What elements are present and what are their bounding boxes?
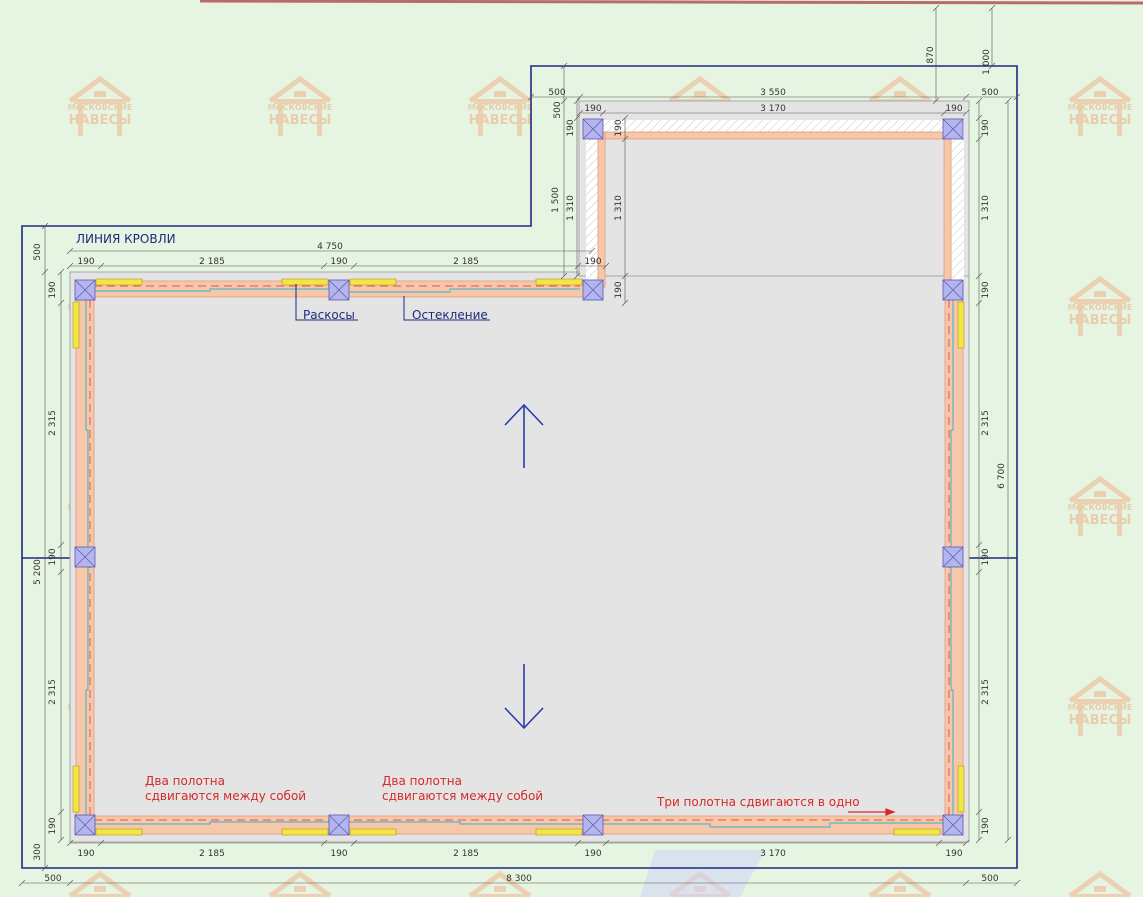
dim-text: 500 xyxy=(548,88,565,98)
watermark-line1: МОСКОВСКИЕ xyxy=(1068,303,1133,312)
dim-text: 190 xyxy=(981,119,991,136)
dim-text: 2 185 xyxy=(453,257,479,267)
dim-text: 3 170 xyxy=(760,104,786,114)
post xyxy=(74,814,96,836)
post xyxy=(942,546,964,568)
watermark-line1: МОСКОВСКИЕ xyxy=(1068,103,1133,112)
dim-text: 190 xyxy=(584,257,601,267)
dim-text: 190 xyxy=(945,104,962,114)
dim-text: 2 185 xyxy=(453,849,479,859)
watermark-line2: НАВЕСЫ xyxy=(1069,313,1132,328)
dim-text: 1 310 xyxy=(566,195,576,221)
watermark-line2: НАВЕСЫ xyxy=(469,113,532,128)
dim-text: 2 315 xyxy=(981,410,991,436)
post xyxy=(328,814,350,836)
dim-text: 190 xyxy=(48,817,58,834)
dim-text: 2 315 xyxy=(48,410,58,436)
dim-text: 2 185 xyxy=(199,849,225,859)
top-boundary-line xyxy=(199,0,1143,5)
dim-text: 8 300 xyxy=(506,874,532,884)
dim-text: 6 700 xyxy=(997,463,1007,489)
watermark-line2: НАВЕСЫ xyxy=(269,113,332,128)
braces-label: Раскосы xyxy=(303,308,355,322)
post xyxy=(74,546,96,568)
dim-text: 5 200 xyxy=(33,559,43,585)
dim-text: 190 xyxy=(584,104,601,114)
dim-text: 870 xyxy=(926,46,936,63)
dim-text: 190 xyxy=(945,849,962,859)
watermark-line2: НАВЕСЫ xyxy=(1069,113,1132,128)
watermark-line1: МОСКОВСКИЕ xyxy=(1068,703,1133,712)
dim-text: 2 315 xyxy=(48,679,58,705)
dim-text: 500 xyxy=(553,101,563,118)
dim-text: 1 310 xyxy=(981,195,991,221)
post xyxy=(328,279,350,301)
glazing-label: Остекление xyxy=(412,308,488,322)
post xyxy=(942,814,964,836)
dim-text: 1 310 xyxy=(614,195,624,221)
dim-text: 190 xyxy=(584,849,601,859)
post xyxy=(582,118,604,140)
dim-text: 2 185 xyxy=(199,257,225,267)
note-three-panels: Три полотна сдвигаются в одно xyxy=(656,795,860,809)
post xyxy=(582,814,604,836)
roof-line-label: ЛИНИЯ КРОВЛИ xyxy=(76,232,176,246)
dim-text: 190 xyxy=(981,281,991,298)
watermark-line2: НАВЕСЫ xyxy=(1069,513,1132,528)
dim-text: 190 xyxy=(48,281,58,298)
dim-text: 190 xyxy=(48,548,58,565)
dim-text: 190 xyxy=(566,119,576,136)
dim-text: 190 xyxy=(981,548,991,565)
watermark-line1: МОСКОВСКИЕ xyxy=(468,103,533,112)
dim-text: 500 xyxy=(44,874,61,884)
dim-text: 4 750 xyxy=(317,242,343,252)
post xyxy=(582,279,604,301)
watermark-line1: МОСКОВСКИЕ xyxy=(1068,503,1133,512)
note-two-panels-1-line1: Два полотна xyxy=(145,774,225,788)
note-two-panels-2-line2: сдвигаются между собой xyxy=(382,789,543,803)
post xyxy=(74,279,96,301)
dim-text: 1 500 xyxy=(551,187,561,213)
post xyxy=(942,118,964,140)
watermark-line2: НАВЕСЫ xyxy=(69,113,132,128)
dim-text: 190 xyxy=(77,849,94,859)
dim-text: 3 170 xyxy=(760,849,786,859)
dim-text: 1 000 xyxy=(982,49,992,75)
note-two-panels-1-line2: сдвигаются между собой xyxy=(145,789,306,803)
dim-text: 190 xyxy=(614,281,624,298)
dim-text: 300 xyxy=(33,843,43,860)
dim-text: 190 xyxy=(330,257,347,267)
dim-text: 3 550 xyxy=(760,88,786,98)
dim-text: 190 xyxy=(614,119,624,136)
dim-text: 500 xyxy=(981,88,998,98)
note-two-panels-2-line1: Два полотна xyxy=(382,774,462,788)
watermark-line1: МОСКОВСКИЕ xyxy=(268,103,333,112)
dim-text: 190 xyxy=(981,817,991,834)
dim-text: 500 xyxy=(33,243,43,260)
dim-text: 2 315 xyxy=(981,679,991,705)
main-floor xyxy=(69,271,970,843)
floor-plan-drawing: МОСКОВСКИЕНАВЕСЫМОСКОВСКИЕНАВЕСЫМОСКОВСК… xyxy=(0,0,1143,897)
watermark-line2: НАВЕСЫ xyxy=(1069,713,1132,728)
dim-text: 500 xyxy=(981,874,998,884)
watermark-line1: МОСКОВСКИЕ xyxy=(68,103,133,112)
post xyxy=(942,279,964,301)
dim-text: 190 xyxy=(330,849,347,859)
dim-text: 190 xyxy=(77,257,94,267)
